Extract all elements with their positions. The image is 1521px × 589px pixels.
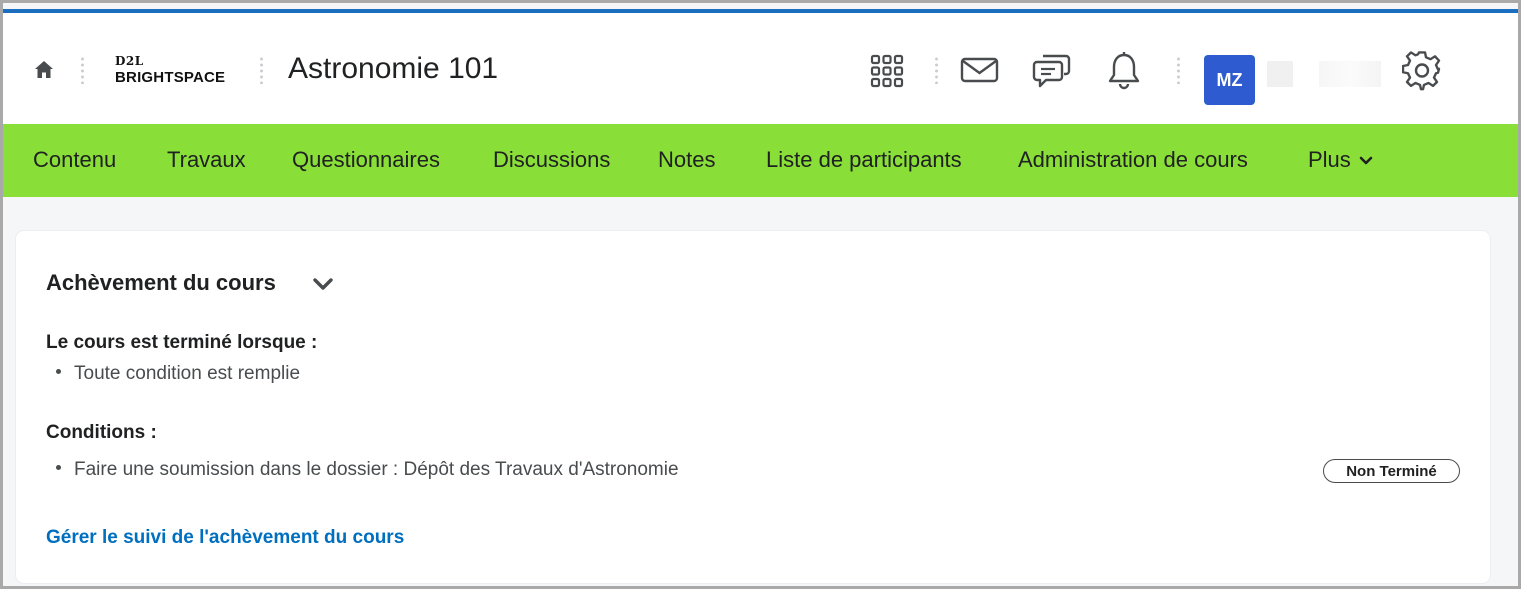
header-separator <box>81 56 84 84</box>
bullet-dot <box>56 465 61 471</box>
card-title: Achèvement du cours <box>46 270 276 295</box>
user-role-placeholder <box>1319 61 1381 87</box>
avatar[interactable]: MZ <box>1204 55 1255 105</box>
nav-item-travaux[interactable]: Travaux <box>167 124 246 197</box>
nav-item-notes[interactable]: Notes <box>658 124 715 197</box>
logo-line1: D2L <box>115 54 144 68</box>
course-title[interactable]: Astronomie 101 <box>288 51 498 87</box>
app-frame: D2L BRIGHTSPACE Astronomie 101 MZ Conten… <box>0 0 1521 589</box>
header-separator <box>260 56 263 84</box>
header-separator <box>1177 56 1180 84</box>
nav-item-contenu[interactable]: Contenu <box>33 124 116 197</box>
logo-line2: BRIGHTSPACE <box>115 69 226 86</box>
list-item: Toute condition est remplie <box>56 362 300 386</box>
header-bar: D2L BRIGHTSPACE Astronomie 101 MZ <box>3 13 1518 124</box>
home-icon[interactable] <box>33 59 55 81</box>
header-separator <box>935 56 938 84</box>
conditions-label: Conditions : <box>46 422 157 443</box>
waffle-grid-icon[interactable] <box>869 53 905 89</box>
completed-when-item: Toute condition est remplie <box>74 363 301 384</box>
mail-icon[interactable] <box>960 56 1000 86</box>
bell-icon[interactable] <box>1106 51 1142 91</box>
list-item: Faire une soumission dans le dossier : D… <box>56 458 679 482</box>
nav-item-liste-participants[interactable]: Liste de participants <box>766 124 962 197</box>
user-name-placeholder <box>1267 61 1293 87</box>
course-completion-card: Achèvement du cours Le cours est terminé… <box>16 231 1490 583</box>
status-badge: Non Terminé <box>1323 459 1460 483</box>
nav-item-plus-label: Plus <box>1308 147 1351 172</box>
course-navbar: Contenu Travaux Questionnaires Discussio… <box>3 124 1518 197</box>
chevron-down-icon <box>1359 156 1373 165</box>
manage-completion-link[interactable]: Gérer le suivi de l'achèvement du cours <box>46 526 404 550</box>
nav-item-questionnaires[interactable]: Questionnaires <box>292 124 440 197</box>
nav-item-administration[interactable]: Administration de cours <box>1018 124 1248 197</box>
brightspace-logo[interactable]: D2L BRIGHTSPACE <box>115 55 235 89</box>
nav-item-discussions[interactable]: Discussions <box>493 124 610 197</box>
chevron-down-icon[interactable] <box>312 276 334 292</box>
chat-icon[interactable] <box>1032 51 1072 91</box>
nav-item-plus[interactable]: Plus <box>1308 124 1373 197</box>
completed-when-label: Le cours est terminé lorsque : <box>46 332 318 353</box>
bullet-dot <box>56 369 61 375</box>
gear-icon[interactable] <box>1402 51 1442 91</box>
condition-item: Faire une soumission dans le dossier : D… <box>74 459 679 480</box>
